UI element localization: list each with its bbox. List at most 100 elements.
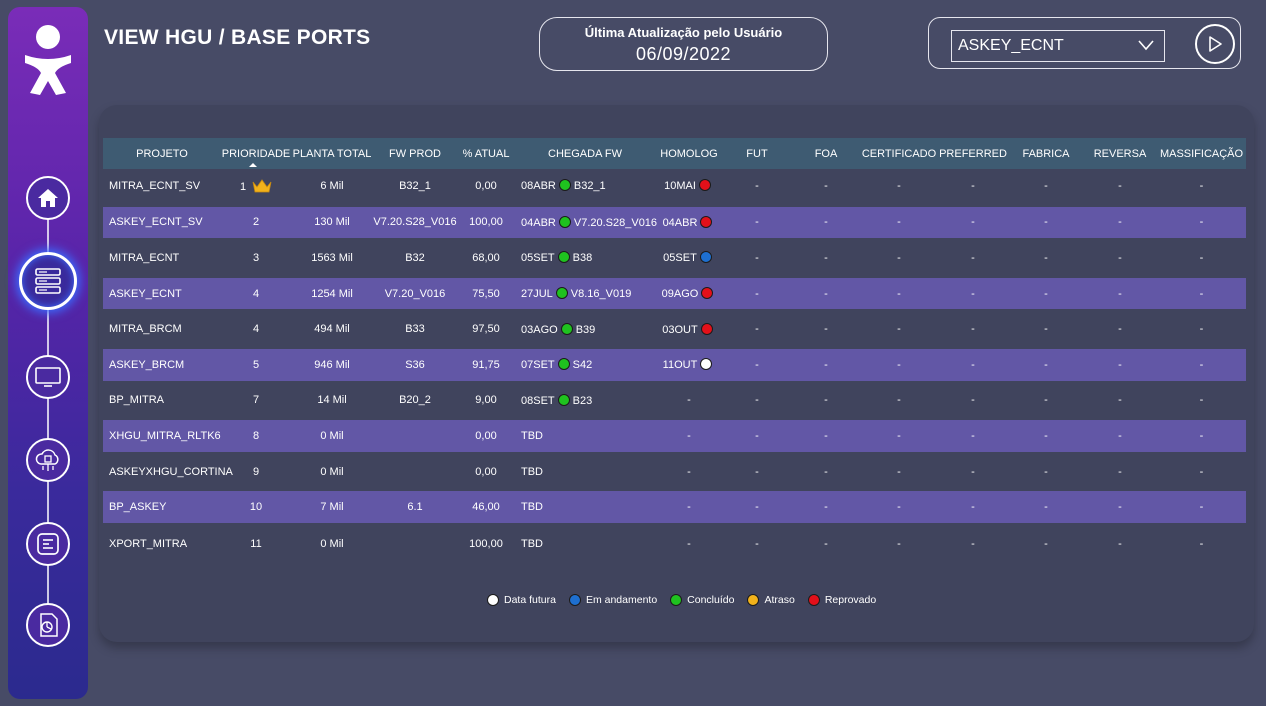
- nav-monitor-button[interactable]: [26, 355, 70, 399]
- project-select[interactable]: ASKEY_ECNT: [951, 30, 1165, 62]
- header-reversa[interactable]: REVERSA: [1083, 138, 1157, 169]
- cell-planta-total: 0 Mil: [320, 537, 344, 550]
- chegada-fw-version: B39: [575, 323, 596, 336]
- table-row[interactable]: BP_ASKEY 10 7 Mil 6.1 46,00 TBD - - - - - - - -: [103, 487, 1246, 527]
- cell-fabrica: -: [1044, 251, 1048, 264]
- apply-filter-button[interactable]: [1195, 24, 1235, 64]
- table-row[interactable]: BP_MITRA 7 14 Mil B20_2 9,00 08SET B23 - - - - - - - -: [103, 383, 1246, 419]
- header-planta-total[interactable]: PLANTA TOTAL: [291, 138, 373, 169]
- cell-projeto: BP_ASKEY: [103, 487, 221, 527]
- cell-fabrica: -: [1044, 394, 1048, 407]
- cell-homolog: -: [655, 525, 723, 561]
- last-update-label: Última Atualização pelo Usuário: [584, 25, 783, 40]
- cell-foa: -: [791, 344, 861, 385]
- chegada-fw-version: B23: [572, 394, 593, 407]
- table-row[interactable]: ASKEY_BRCM 5 946 Mil S36 91,75 07SET S42 11OUT -…: [103, 344, 1246, 385]
- cell-homolog: 05SET: [655, 240, 723, 276]
- cell-atual: 0,00: [475, 179, 497, 192]
- homolog-date: 11OUT: [662, 359, 698, 372]
- header-foa[interactable]: FOA: [791, 138, 861, 169]
- cell-massificacao: -: [1157, 344, 1246, 385]
- table-row[interactable]: MITRA_BRCM 4 494 Mil B33 97,50 03AGO B39 03OUT -…: [103, 311, 1246, 347]
- cell-preferred: -: [971, 465, 975, 478]
- header-chegada-fw[interactable]: CHEGADA FW: [515, 138, 655, 169]
- nav-report-button[interactable]: [26, 603, 70, 647]
- cell-preferred: -: [971, 179, 975, 192]
- cell-planta-total: 1254 Mil: [291, 273, 373, 314]
- cell-fabrica: -: [1044, 179, 1048, 192]
- cell-foa: -: [824, 179, 828, 192]
- chegada-status-dot: [560, 322, 573, 335]
- prioridade-value: 5: [252, 358, 260, 371]
- legend-dot: [487, 594, 499, 606]
- header-fw-prod[interactable]: FW PROD: [373, 138, 457, 169]
- cell-fut: -: [723, 202, 791, 243]
- nav-server-button[interactable]: [19, 252, 77, 310]
- cell-chegada-fw: 08SET B23: [515, 383, 655, 419]
- cell-fabrica: -: [1044, 537, 1048, 550]
- header-projeto[interactable]: PROJETO: [103, 138, 221, 169]
- table-row[interactable]: XPORT_MITRA 11 0 Mil 100,00 TBD - - - - - - - -: [103, 525, 1246, 561]
- cell-fabrica: -: [1009, 487, 1083, 527]
- cell-certificado: -: [897, 394, 901, 407]
- cell-planta-total: 7 Mil: [291, 487, 373, 527]
- legend-label: Concluído: [687, 594, 735, 606]
- table-row[interactable]: MITRA_ECNT_SV 1 6 Mil B32_1 0,00 08ABR B32_1 10…: [103, 169, 1246, 205]
- chegada-status-dot: [557, 251, 570, 264]
- chegada-date: 08ABR: [521, 180, 556, 193]
- header-atual[interactable]: % ATUAL: [457, 138, 515, 169]
- legend-dot: [747, 594, 760, 606]
- cell-reversa: -: [1118, 465, 1122, 478]
- table-row[interactable]: ASKEY_ECNT 4 1254 Mil V7.20_V016 75,50 27JUL V…: [103, 273, 1246, 314]
- cell-homolog: -: [655, 454, 723, 490]
- chegada-date: 07SET: [521, 359, 555, 372]
- nav-checklist-button[interactable]: [26, 522, 70, 566]
- brand-logo-icon: [25, 25, 71, 95]
- cell-certificado: -: [861, 344, 937, 385]
- cell-projeto: ASKEY_ECNT_SV: [103, 202, 221, 243]
- cell-massificacao: -: [1199, 394, 1204, 407]
- cell-foa: -: [824, 394, 828, 407]
- status-legend: Data futura Em andamento Concluído Atraso Re…: [484, 594, 876, 606]
- cell-foa: -: [791, 273, 861, 314]
- cell-homolog: 04ABR: [655, 202, 723, 243]
- homolog-status-dot: [699, 251, 712, 264]
- cell-reversa: -: [1118, 323, 1122, 336]
- projects-table: PROJETO PRIORIDADE PLANTA TOTAL FW PROD …: [103, 138, 1246, 561]
- chegada-fw-version: B38: [572, 252, 593, 265]
- header-fabrica[interactable]: FABRICA: [1009, 138, 1083, 169]
- cell-fut: -: [755, 394, 759, 407]
- cell-fw-prod: B20_2: [399, 394, 431, 407]
- cell-foa: -: [791, 202, 861, 243]
- table-row[interactable]: ASKEYXHGU_CORTINA 9 0 Mil 0,00 TBD - - - - - - - -: [103, 454, 1246, 490]
- table-row[interactable]: MITRA_ECNT 3 1563 Mil B32 68,00 05SET B38 05SET…: [103, 240, 1246, 276]
- prioridade-value: 2: [252, 216, 260, 229]
- header-fut[interactable]: FUT: [723, 138, 791, 169]
- nav-cloud-chip-button[interactable]: [26, 438, 70, 482]
- table-row[interactable]: ASKEY_ECNT_SV 2 130 Mil V7.20.S28_V016 100,0…: [103, 202, 1246, 243]
- cell-massificacao: -: [1157, 202, 1246, 243]
- header-massificacao[interactable]: MASSIFICAÇÃO: [1157, 138, 1246, 169]
- header-preferred[interactable]: PREFERRED: [937, 138, 1009, 169]
- header-certificado[interactable]: CERTIFICADO: [861, 138, 937, 169]
- cell-fw-prod: B32_1: [399, 179, 431, 192]
- header-homolog[interactable]: HOMOLOG: [655, 138, 723, 169]
- cell-prioridade: 7: [221, 383, 291, 419]
- cell-massificacao: -: [1199, 323, 1204, 336]
- chegada-fw-version: S42: [572, 359, 593, 372]
- cell-atual: 46,00: [457, 487, 515, 527]
- cell-atual: 97,50: [472, 323, 500, 336]
- cell-foa: -: [824, 251, 828, 264]
- prioridade-value: 1: [239, 180, 247, 193]
- cell-chegada-fw: 03AGO B39: [515, 311, 655, 347]
- cell-homolog: -: [655, 383, 723, 419]
- project-select-value: ASKEY_ECNT: [958, 37, 1064, 54]
- header-prioridade[interactable]: PRIORIDADE: [221, 138, 291, 169]
- sidebar: [8, 7, 88, 699]
- last-update-date: 06/09/2022: [635, 44, 732, 64]
- table-row[interactable]: XHGU_MITRA_RLTK6 8 0 Mil 0,00 TBD - - - - - - - -: [103, 416, 1246, 456]
- prioridade-value: 4: [252, 287, 260, 300]
- nav-home-button[interactable]: [26, 176, 70, 220]
- chegada-date: TBD: [521, 429, 543, 442]
- cell-massificacao: -: [1157, 273, 1246, 314]
